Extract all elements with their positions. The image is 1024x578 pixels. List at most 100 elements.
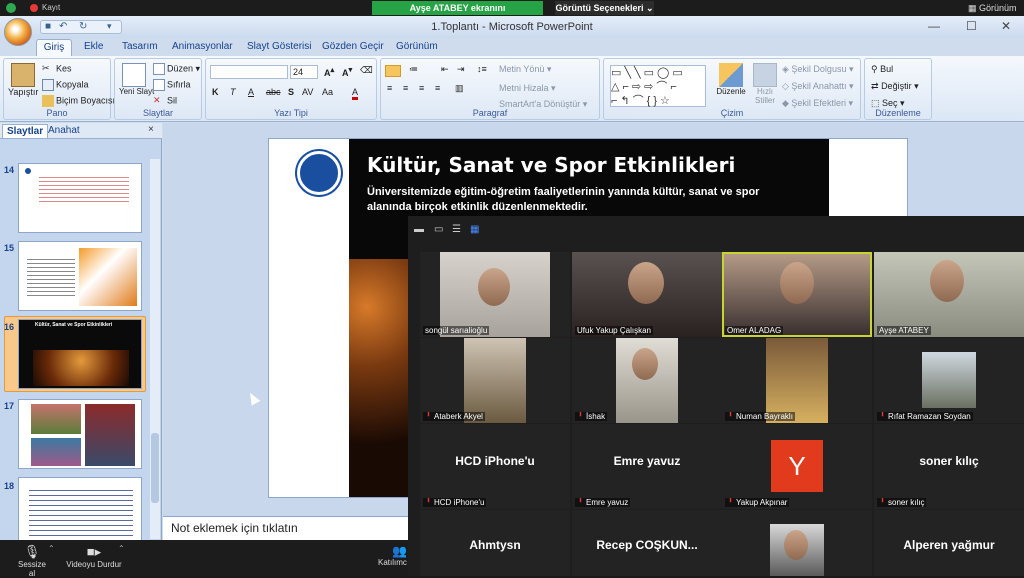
zoom-control-bar: 🎙 Sessize al ⌃ ■▸ Videoyu Durdur ⌃ 👥 Kat… [0,540,410,578]
columns-icon[interactable]: ▥ [455,83,464,94]
align-right-icon[interactable]: ≡ [419,83,424,93]
slide-thumbnail-15[interactable] [18,241,142,311]
replace-button[interactable]: ⇄ Değiştir ▾ [871,81,919,92]
align-center-icon[interactable]: ≡ [403,83,408,93]
tab-slideshow[interactable]: Slayt Gösterisi [247,41,311,52]
layout-button[interactable]: Düzen ▾ [153,63,200,75]
record-icon[interactable] [30,4,38,12]
clipboard-icon [11,63,35,87]
participant-display-name: Emre yavuz [613,454,681,468]
slide-thumbnail-17[interactable] [18,399,142,469]
arrange-button[interactable]: Düzenle [716,63,746,96]
quick-styles-button[interactable]: Hızlı Stiller [750,63,780,105]
pane-scroll-thumb[interactable] [151,433,159,503]
find-button[interactable]: ⚲ Bul [871,64,893,75]
slide-thumbnail-18[interactable] [18,477,142,547]
tab-view[interactable]: Görünüm [396,41,438,52]
delete-slide-button[interactable]: ✕ Sil [153,95,177,107]
grow-font-icon[interactable]: A▴ [324,65,334,78]
cut-button[interactable]: ✂ Kes [42,63,72,75]
underline-icon[interactable]: A [248,87,254,97]
participant-tile[interactable]: soner kılıç soner kılıç [874,424,1024,509]
mute-button[interactable]: 🎙 Sessize al [14,544,50,578]
tab-insert[interactable]: Ekle [84,41,103,52]
minimize-icon[interactable]: ▬ [414,224,424,235]
shrink-font-icon[interactable]: A▾ [342,65,352,78]
shape-outline-button[interactable]: ◇ Şekil Anahattı ▾ [782,81,854,92]
increase-indent-icon[interactable]: ⇥ [457,64,465,75]
font-size-combo[interactable]: 24 [290,65,318,79]
participant-tile[interactable]: Rıfat Ramazan Soydan [874,338,1024,423]
maximize-icon[interactable]: ☐ [966,19,977,33]
bullets-icon[interactable] [385,65,401,77]
new-slide-button[interactable]: Yeni Slayt [119,63,154,96]
participant-tile[interactable]: songül sarıalioğlu [420,252,570,337]
participant-tile-active[interactable]: Omer ALADAG [722,252,872,337]
participant-tile[interactable]: Ahmtysn [420,510,570,576]
notes-pane[interactable]: Not eklemek için tıklatın [163,516,413,540]
close-icon[interactable]: ✕ [1001,19,1011,33]
participant-tile[interactable]: Recep COŞKUN... [572,510,722,576]
stop-video-button[interactable]: ■▸ Videoyu Durdur [62,544,126,569]
participant-tile[interactable]: Ufuk Yakup Çalışkan [572,252,722,337]
gallery-view-icon[interactable]: ▦ [470,224,479,235]
minimize-icon[interactable]: — [928,19,940,33]
reset-button[interactable]: Sıfırla [153,79,191,91]
shape-fill-button[interactable]: ◈ Şekil Dolgusu ▾ [782,64,853,75]
tab-design[interactable]: Tasarım [122,41,158,52]
shadow-icon[interactable]: S [288,87,294,97]
office-button[interactable] [4,18,32,46]
case-icon[interactable]: Aa [322,87,333,97]
tab-outline[interactable]: Anahat [48,125,80,136]
tab-animations[interactable]: Animasyonlar [172,41,233,52]
participant-tile[interactable]: İshak [572,338,722,423]
muted-mic-icon [881,412,884,417]
align-text-button[interactable]: Metni Hizala ▾ [499,83,556,94]
paste-button[interactable]: Yapıştır [8,63,38,97]
font-name-combo[interactable] [210,65,288,79]
slide-thumbnail-16[interactable]: Kültür, Sanat ve Spor Etkinlikleri [18,319,142,389]
strip-view-icon[interactable]: ☰ [452,224,461,235]
view-options-button[interactable]: Görüntü Seçenekleri ⌄ [555,1,654,15]
participant-tile[interactable]: Ataberk Akyel [420,338,570,423]
tab-review[interactable]: Gözden Geçir [322,41,384,52]
italic-icon[interactable]: T [230,87,236,97]
participant-tile[interactable] [722,510,872,576]
copy-button[interactable]: Kopyala [42,79,89,91]
participant-name: Ufuk Yakup Çalışkan [575,326,653,335]
participant-tile[interactable]: HCD iPhone'u HCD iPhone'u [420,424,570,509]
tab-home[interactable]: Giriş [36,39,72,56]
line-spacing-icon[interactable]: ↕≡ [477,64,487,74]
align-text-label: Metni Hizala [499,83,549,93]
decrease-indent-icon[interactable]: ⇤ [441,64,449,75]
chevron-up-icon[interactable]: ⌃ [118,544,125,553]
chevron-up-icon[interactable]: ⌃ [48,544,55,553]
tab-slides[interactable]: Slaytlar [2,124,49,138]
font-color-icon[interactable]: A [352,87,359,100]
participant-tile[interactable]: Alperen yağmur [874,510,1024,576]
find-label: Bul [880,64,894,74]
spacing-icon[interactable]: AV [302,87,313,97]
participant-tile[interactable]: Numan Bayraklı [722,338,872,423]
thumb-image [79,248,137,306]
view-button[interactable]: ▦ Görünüm [968,3,1017,14]
participant-tile[interactable]: Y Yakup Akpınar [722,424,872,509]
clear-format-icon[interactable]: ⌫ [360,65,373,76]
participant-tile[interactable]: Emre yavuz Emre yavuz [572,424,722,509]
thumb-number: 15 [4,243,15,253]
participant-tile[interactable]: Ayşe ATABEY [874,252,1024,337]
numbering-icon[interactable]: ≔ [409,64,418,75]
speaker-view-icon[interactable]: ▭ [434,224,443,235]
slide-thumbnail-14[interactable] [18,163,142,233]
participant-display-name: soner kılıç [919,454,979,468]
bold-icon[interactable]: K [212,87,219,97]
participant-name: HCD iPhone'u [434,498,485,507]
shapes-gallery[interactable]: ▭╲╲▭◯▭ △⌐⇨⇨⌒⌐ ⌐↰⌒{}☆ [610,65,706,107]
format-painter-button[interactable]: Biçim Boyacısı [42,95,115,107]
text-direction-button[interactable]: Metin Yönü ▾ [499,64,551,75]
scissors-icon: ✂ [42,63,50,73]
close-pane-icon[interactable]: × [148,124,154,135]
strike-icon[interactable]: abc [266,87,281,97]
justify-icon[interactable]: ≡ [435,83,440,93]
align-left-icon[interactable]: ≡ [387,83,392,93]
